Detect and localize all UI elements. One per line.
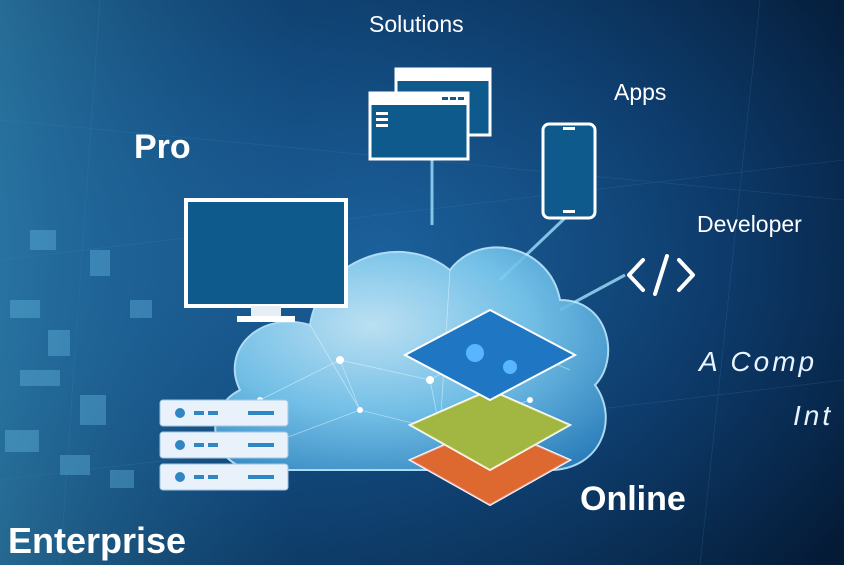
server-stack-icon[interactable] bbox=[158, 398, 290, 492]
code-brackets-icon[interactable] bbox=[625, 250, 697, 300]
tagline-line-1: A Comp bbox=[699, 346, 818, 377]
smartphone-icon[interactable] bbox=[541, 122, 597, 220]
enterprise-label: Enterprise bbox=[8, 520, 187, 561]
solutions-label: Solutions bbox=[369, 11, 464, 37]
developer-label: Developer bbox=[697, 211, 802, 237]
online-label: Online bbox=[580, 480, 686, 518]
apps-label: Apps bbox=[614, 79, 667, 105]
browser-windows-icon[interactable] bbox=[368, 66, 494, 162]
tagline-line-2: Int bbox=[793, 400, 834, 431]
map-layers-icon bbox=[402, 308, 578, 507]
pro-label: Pro bbox=[134, 128, 191, 166]
desktop-monitor-icon[interactable] bbox=[183, 197, 349, 325]
